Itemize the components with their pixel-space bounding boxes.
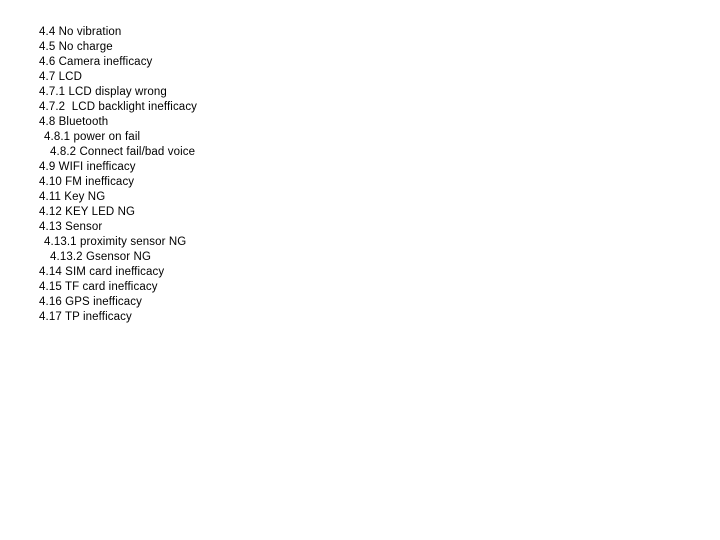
fault-checklist-outline: 4.4 No vibration 4.5 No charge 4.6 Camera … <box>39 25 679 325</box>
outline-item: 4.16 GPS inefficacy <box>39 296 142 308</box>
outline-item: 4.5 No charge <box>39 41 113 53</box>
outline-item: 4.10 FM inefficacy <box>39 176 135 188</box>
outline-item: 4.7.2 LCD backlight inefficacy <box>39 101 198 113</box>
outline-item: 4.12 KEY LED NG <box>39 206 136 218</box>
document-page: 4.4 No vibration 4.5 No charge 4.6 Camera … <box>0 0 720 540</box>
outline-item: 4.8.1 power on fail <box>44 131 141 143</box>
outline-item: 4.14 SIM card inefficacy <box>39 266 165 278</box>
outline-item: 4.8 Bluetooth <box>39 116 109 128</box>
outline-item: 4.6 Camera inefficacy <box>39 56 153 68</box>
outline-item: 4.9 WIFI inefficacy <box>39 161 136 173</box>
outline-item: 4.8.2 Connect fail/bad voice <box>50 146 196 158</box>
outline-item: 4.11 Key NG <box>39 191 106 203</box>
outline-item: 4.4 No vibration <box>39 26 122 38</box>
outline-item: 4.7 LCD <box>39 71 82 83</box>
outline-item: 4.17 TP inefficacy <box>39 311 132 323</box>
outline-item: 4.13.2 Gsensor NG <box>50 251 152 263</box>
outline-item: 4.7.1 LCD display wrong <box>39 86 167 98</box>
outline-item: 4.13.1 proximity sensor NG <box>44 236 187 248</box>
outline-item: 4.15 TF card inefficacy <box>39 281 158 293</box>
outline-item: 4.13 Sensor <box>39 221 103 233</box>
